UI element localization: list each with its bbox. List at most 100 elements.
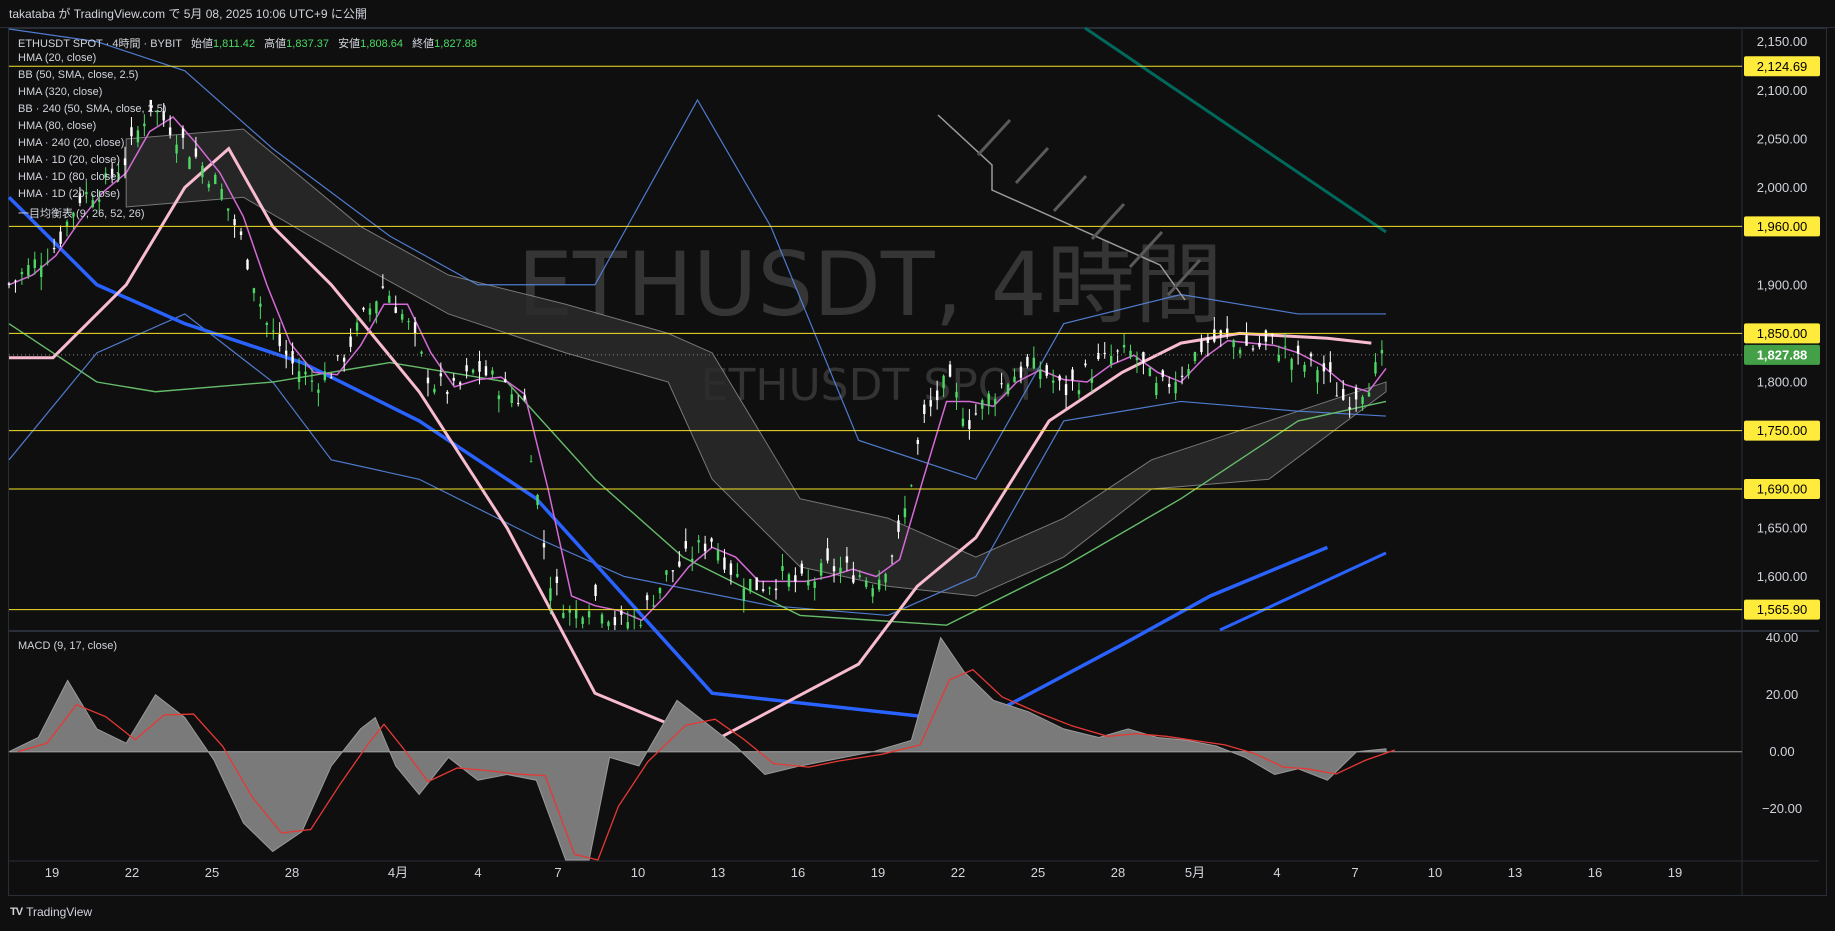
candle-body (1316, 370, 1319, 383)
candle-body (903, 508, 907, 518)
candle-body (923, 404, 926, 414)
candle-body (1045, 365, 1048, 376)
candle-body (1354, 387, 1358, 400)
time-tick-label: 5月 (1185, 865, 1205, 880)
candle-body (794, 575, 797, 582)
candle-body (1264, 330, 1268, 342)
candle-body (136, 130, 140, 143)
candle-body (1109, 356, 1113, 365)
candle-body (620, 610, 623, 615)
indicator-9[interactable]: 一目均衡表 (9, 26, 52, 26) (18, 205, 145, 221)
candle-body (678, 561, 681, 567)
symbol-label: ETHUSDT SPOT · 4時間 · BYBIT (18, 38, 182, 50)
candle-body (600, 614, 604, 624)
candle-body (1251, 348, 1255, 350)
candle-body (1116, 350, 1119, 352)
candle-body (723, 557, 726, 570)
macd-histogram-area (8, 636, 1387, 861)
candle-body (613, 617, 617, 626)
time-tick-label: 4 (474, 865, 481, 880)
candle-body (575, 609, 578, 619)
candle-body (1122, 344, 1126, 348)
candle-body (239, 231, 243, 235)
indicator-8[interactable]: HMA · 1D (20, close) (18, 188, 120, 200)
time-tick-label: 19 (1668, 865, 1682, 880)
time-tick-label: 25 (205, 865, 219, 880)
price-tick-label: 1,650.00 (1757, 520, 1808, 535)
candle-body (1180, 375, 1184, 377)
candle-body (1026, 356, 1029, 367)
price-tick-label: 1,900.00 (1757, 277, 1808, 292)
open-value: 1,811.42 (212, 38, 255, 50)
candle-body (330, 377, 333, 379)
close-value: 1,827.88 (434, 38, 477, 50)
indicator-7[interactable]: HMA · 1D (80, close) (18, 171, 120, 183)
time-tick-label: 19 (45, 865, 59, 880)
candle-body (362, 307, 365, 310)
macd-legend[interactable]: MACD (9, 17, close) (18, 640, 117, 652)
time-tick-label: 25 (1031, 865, 1045, 880)
candle-body (968, 420, 971, 429)
chart-canvas[interactable]: ETHUSDT, 4時間ETHUSDT SPOT2,124.691,960.00… (0, 0, 1835, 896)
time-tick-label: 7 (554, 865, 561, 880)
candle-body (742, 588, 745, 601)
candle-body (375, 301, 378, 314)
candle-body (40, 265, 43, 277)
candle-body (413, 322, 417, 334)
candle-body (607, 621, 610, 627)
candle-body (871, 588, 874, 597)
candle-body (65, 221, 69, 226)
indicator-5[interactable]: HMA · 240 (20, close) (18, 137, 124, 149)
candle-body (929, 400, 932, 407)
candle-body (7, 283, 11, 285)
candle-body (1103, 352, 1106, 354)
candle-body (265, 323, 269, 325)
candle-body (1309, 353, 1313, 357)
price-tick-label: 2,150.00 (1757, 34, 1808, 49)
candle-body (452, 377, 455, 381)
candle-body (1187, 369, 1190, 376)
candle-body (884, 573, 887, 583)
candle-body (736, 574, 739, 577)
candle-body (1348, 407, 1351, 410)
candle-body (645, 595, 649, 601)
candle-body (123, 158, 127, 166)
candle-body (1296, 345, 1300, 354)
time-tick-label: 10 (631, 865, 645, 880)
time-tick-label: 4月 (388, 865, 408, 880)
tradingview-logo[interactable]: TV TradingView (10, 905, 92, 919)
teal-trendline (1084, 26, 1387, 234)
indicator-3[interactable]: BB · 240 (50, SMA, close, 2.5) (18, 103, 167, 115)
candle-body (355, 322, 359, 331)
annotation-hatch (1014, 146, 1050, 185)
candle-body (639, 625, 642, 627)
tradingview-logo-text: TradingView (26, 905, 93, 919)
candle-body (1142, 352, 1145, 363)
candle-body (587, 611, 591, 618)
indicator-2[interactable]: HMA (320, close) (18, 86, 102, 98)
candle-body (974, 413, 978, 415)
candle-body (471, 369, 475, 373)
high-value: 1,837.37 (286, 38, 329, 50)
indicator-4[interactable]: HMA (80, close) (18, 120, 96, 132)
indicator-6[interactable]: HMA · 1D (20, close) (18, 154, 120, 166)
candle-body (20, 271, 24, 275)
candle-body (310, 380, 314, 382)
candle-body (774, 588, 778, 591)
candle-body (143, 123, 146, 127)
candle-body (1090, 377, 1094, 383)
time-tick-label: 22 (951, 865, 965, 880)
indicator-0[interactable]: HMA (20, close) (18, 52, 96, 64)
candle-body (562, 613, 565, 618)
level-badge-label: 1,850.00 (1757, 326, 1808, 341)
candle-body (1329, 362, 1332, 373)
time-tick-label: 4 (1273, 865, 1280, 880)
candle-body (832, 566, 836, 572)
candle-body (168, 127, 172, 135)
tradingview-logo-icon: TV (10, 906, 23, 918)
indicator-1[interactable]: BB (50, SMA, close, 2.5) (18, 69, 138, 81)
macd-tick-label: 40.00 (1766, 630, 1799, 645)
candle-body (865, 580, 868, 587)
candle-body (665, 570, 668, 575)
candle-body (14, 280, 17, 282)
